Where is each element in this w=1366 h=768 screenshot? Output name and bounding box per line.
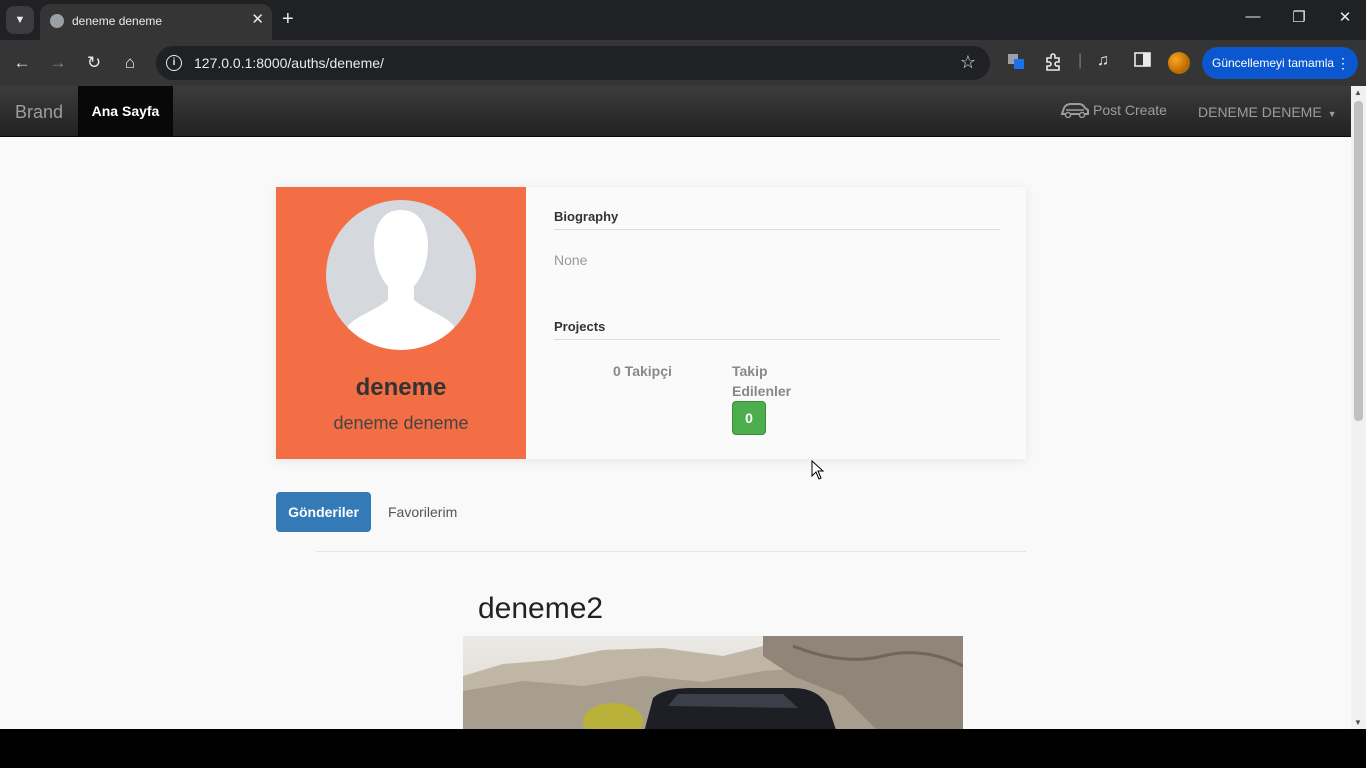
- mouse-cursor-icon: [811, 460, 825, 480]
- translate-extension-icon[interactable]: [1007, 52, 1025, 75]
- new-tab-icon[interactable]: +: [282, 8, 294, 30]
- following-label-line2: Edilenler: [732, 383, 792, 399]
- scroll-up-arrow-icon[interactable]: ▲: [1354, 88, 1362, 97]
- browser-toolbar: ← → ↻ ⌂ i 127.0.0.1:8000/auths/deneme/ ☆…: [0, 40, 1366, 86]
- update-button-label: Güncellemeyi tamamla: [1212, 56, 1335, 70]
- browser-tab[interactable]: deneme deneme ✕: [40, 4, 272, 40]
- globe-icon: [50, 14, 64, 28]
- avatar: [326, 200, 476, 350]
- page-content: Brand Ana Sayfa Post Create DENEME DENEM…: [0, 86, 1351, 729]
- page-scrollbar[interactable]: ▲ ▼: [1351, 86, 1366, 729]
- post-create-label: Post Create: [1093, 102, 1167, 118]
- biography-text: None: [554, 252, 588, 268]
- projects-divider: [554, 339, 1000, 340]
- close-tab-icon[interactable]: ✕: [251, 10, 264, 30]
- bookmark-star-icon[interactable]: ☆: [960, 52, 976, 73]
- profile-full-name: deneme deneme: [333, 413, 469, 433]
- scroll-thumb[interactable]: [1354, 101, 1363, 421]
- site-info-icon[interactable]: i: [166, 55, 182, 71]
- address-bar[interactable]: i 127.0.0.1:8000/auths/deneme/ ☆: [156, 46, 990, 80]
- profile-username: deneme: [355, 374, 447, 401]
- person-silhouette-icon: [348, 210, 454, 350]
- extensions-puzzle-icon[interactable]: [1043, 52, 1063, 77]
- nav-home-link[interactable]: Ana Sayfa: [78, 86, 173, 137]
- profile-avatar[interactable]: [1168, 52, 1190, 74]
- user-dropdown[interactable]: DENEME DENEME ▼: [1198, 104, 1337, 120]
- browser-window: ▼ deneme deneme ✕ + — ❐ ✕ ← → ↻ ⌂ i 127.…: [0, 0, 1366, 729]
- following-label-line1: Takip: [732, 363, 768, 379]
- post-title[interactable]: deneme2: [478, 592, 603, 626]
- following-count-button[interactable]: 0: [732, 401, 766, 435]
- media-control-icon[interactable]: ♫: [1097, 52, 1109, 70]
- back-icon[interactable]: ←: [10, 52, 34, 74]
- car-icon: [1060, 103, 1089, 118]
- site-navbar: Brand Ana Sayfa Post Create DENEME DENEM…: [0, 86, 1351, 137]
- forward-icon[interactable]: →: [46, 52, 70, 74]
- reload-icon[interactable]: ↻: [82, 52, 106, 74]
- profile-card-header: deneme deneme deneme: [276, 187, 526, 459]
- tab-strip: ▼ deneme deneme ✕ + — ❐ ✕: [0, 0, 1366, 40]
- home-icon[interactable]: ⌂: [118, 52, 142, 74]
- more-menu-icon[interactable]: ⋮: [1336, 47, 1350, 79]
- toolbar-divider: |: [1078, 52, 1083, 69]
- side-panel-icon[interactable]: [1134, 52, 1152, 73]
- biography-divider: [554, 229, 1000, 230]
- tab-title: deneme deneme: [72, 14, 163, 28]
- user-name-label: DENEME DENEME: [1198, 104, 1322, 120]
- minimize-icon[interactable]: —: [1238, 8, 1268, 25]
- projects-heading: Projects: [554, 319, 606, 334]
- post-create-link[interactable]: Post Create: [1060, 102, 1167, 118]
- scroll-down-arrow-icon[interactable]: ▼: [1354, 718, 1362, 727]
- tab-search-icon[interactable]: ▼: [6, 6, 34, 34]
- caret-down-icon: ▼: [1327, 109, 1337, 119]
- section-divider: [316, 551, 1026, 552]
- post-image[interactable]: [463, 636, 963, 729]
- profile-card: deneme deneme deneme Biography None Proj…: [276, 187, 1026, 459]
- following-label: Takip Edilenler: [732, 361, 791, 401]
- tab-favorites[interactable]: Favorilerim: [388, 504, 457, 520]
- close-window-icon[interactable]: ✕: [1330, 8, 1360, 26]
- followers-count[interactable]: 0 Takipçi: [613, 363, 672, 379]
- biography-heading: Biography: [554, 209, 619, 224]
- update-button[interactable]: Güncellemeyi tamamla ⋮: [1202, 47, 1358, 79]
- restore-icon[interactable]: ❐: [1284, 8, 1314, 26]
- url-text[interactable]: 127.0.0.1:8000/auths/deneme/: [194, 55, 384, 71]
- brand-link[interactable]: Brand: [15, 102, 63, 123]
- tab-posts[interactable]: Gönderiler: [276, 492, 371, 532]
